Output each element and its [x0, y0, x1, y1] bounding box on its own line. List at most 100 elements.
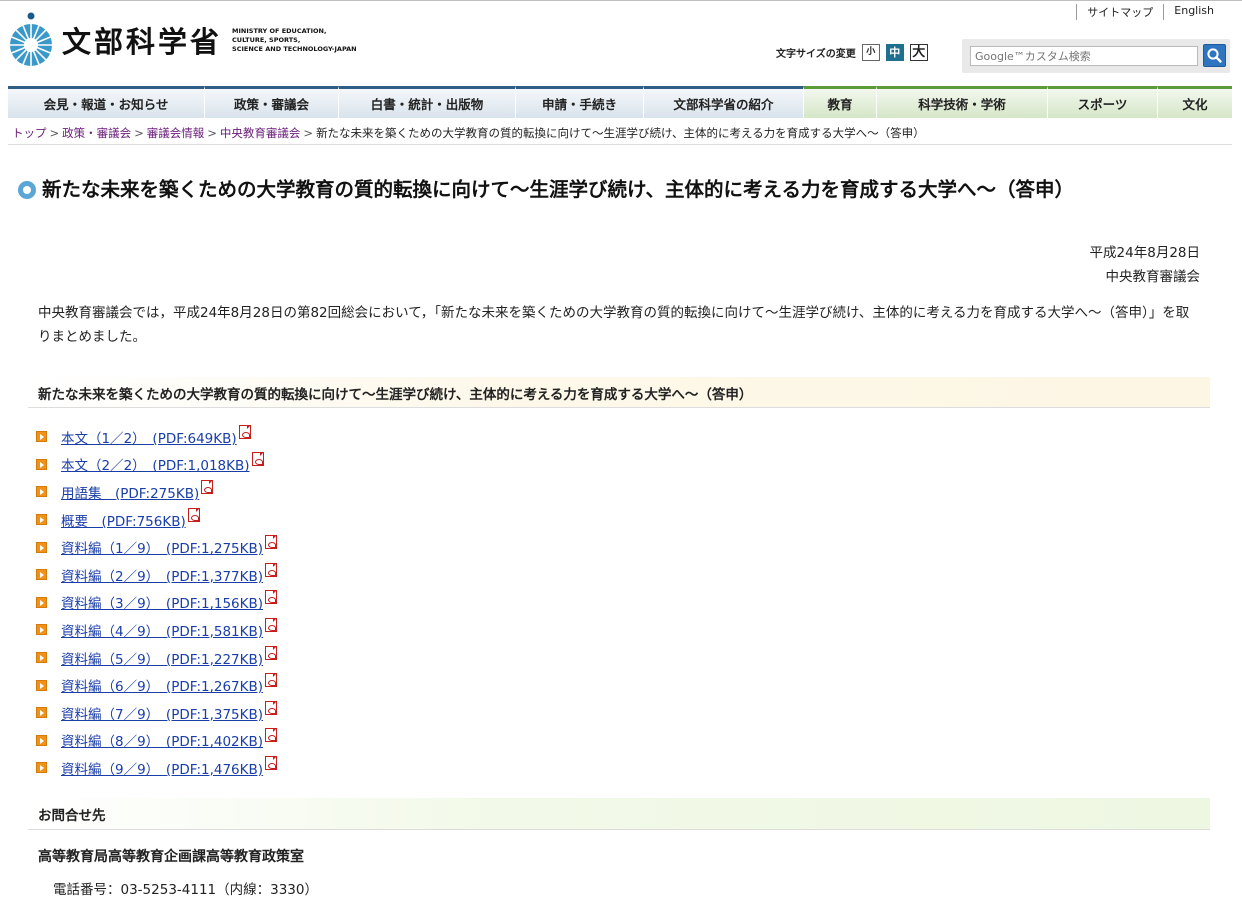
- document-link[interactable]: 本文（2／2） (PDF:1,018KB): [61, 454, 250, 474]
- global-nav: 会見・報道・お知らせ 政策・審議会 白書・統計・出版物 申請・手続き 文部科学省…: [8, 86, 1232, 118]
- list-item: 本文（2／2） (PDF:1,018KB): [36, 451, 277, 479]
- publication-org: 中央教育審議会: [1105, 269, 1201, 285]
- site-header: 文部科学省 MINISTRY OF EDUCATION, CULTURE, SP…: [0, 1, 1242, 83]
- list-item: 資料編（4／9） (PDF:1,581KB): [36, 616, 278, 644]
- publication-info: 平成24年8月28日 中央教育審議会: [1090, 241, 1200, 289]
- document-link[interactable]: 概要 (PDF:756KB): [61, 510, 186, 530]
- pdf-icon: [265, 728, 278, 743]
- document-link[interactable]: 資料編（3／9） (PDF:1,156KB): [61, 592, 263, 612]
- pdf-icon: [265, 535, 278, 550]
- pdf-icon: [187, 507, 200, 522]
- document-link[interactable]: 資料編（8／9） (PDF:1,402KB): [61, 730, 263, 750]
- pdf-icon: [238, 424, 251, 439]
- contact-phone: 電話番号：03-5253-4111（内線：3330）: [53, 882, 318, 898]
- pdf-icon: [251, 452, 264, 467]
- title-bullet-icon: [18, 181, 36, 199]
- list-item: 資料編（5／9） (PDF:1,227KB): [36, 644, 278, 672]
- arrow-bullet-icon: [36, 541, 47, 553]
- document-link[interactable]: 資料編（6／9） (PDF:1,267KB): [61, 675, 263, 695]
- arrow-bullet-icon: [36, 652, 47, 664]
- arrow-bullet-icon: [36, 486, 47, 498]
- site-logo[interactable]: 文部科学省 MINISTRY OF EDUCATION, CULTURE, SP…: [8, 11, 362, 69]
- utility-links: サイトマップ English: [1076, 4, 1224, 20]
- arrow-bullet-icon: [36, 734, 47, 746]
- document-link[interactable]: 本文（1／2） (PDF:649KB): [61, 427, 237, 447]
- logo-english-text: MINISTRY OF EDUCATION, CULTURE, SPORTS, …: [232, 26, 357, 53]
- document-link[interactable]: 資料編（9／9） (PDF:1,476KB): [61, 758, 263, 778]
- breadcrumb-separator: >: [134, 126, 144, 140]
- page: 文部科学省 MINISTRY OF EDUCATION, CULTURE, SP…: [0, 0, 1242, 898]
- nav-item-publications[interactable]: 白書・統計・出版物: [339, 86, 516, 118]
- font-size-label: 文字サイズの変更: [776, 49, 856, 60]
- publication-date: 平成24年8月28日: [1089, 245, 1200, 261]
- list-item: 資料編（2／9） (PDF:1,377KB): [36, 561, 278, 589]
- breadcrumb-central-council[interactable]: 中央教育審議会: [220, 126, 301, 140]
- english-link[interactable]: English: [1163, 4, 1224, 20]
- breadcrumb-separator: >: [303, 126, 314, 140]
- font-size-medium-button[interactable]: 中: [885, 44, 904, 61]
- nav-item-sports[interactable]: スポーツ: [1048, 86, 1158, 118]
- document-link[interactable]: 資料編（2／9） (PDF:1,377KB): [61, 565, 263, 585]
- font-size-small-button[interactable]: 小: [861, 44, 880, 61]
- contact-heading: お問合せ先: [28, 798, 1210, 830]
- breadcrumb-top[interactable]: トップ: [12, 126, 47, 140]
- document-link[interactable]: 資料編（1／9） (PDF:1,275KB): [61, 537, 263, 557]
- arrow-bullet-icon: [36, 431, 47, 443]
- arrow-bullet-icon: [36, 624, 47, 636]
- sitemap-link[interactable]: サイトマップ: [1076, 4, 1163, 20]
- font-size-switcher: 文字サイズの変更 小 中 大: [776, 44, 928, 61]
- pdf-icon: [201, 479, 214, 494]
- pdf-icon: [265, 562, 278, 577]
- document-list: 本文（1／2） (PDF:649KB) 本文（2／2） (PDF:1,018KB…: [36, 423, 278, 782]
- pdf-icon: [265, 700, 278, 715]
- nav-item-applications[interactable]: 申請・手続き: [516, 86, 644, 118]
- page-title-block: 新たな未来を築くための大学教育の質的転換に向けて～生涯学び続け、主体的に考える力…: [18, 176, 1208, 203]
- arrow-bullet-icon: [36, 762, 47, 774]
- document-link[interactable]: 用語集 (PDF:275KB): [61, 482, 199, 502]
- list-item: 本文（1／2） (PDF:649KB): [36, 423, 277, 451]
- contact-department: 高等教育局高等教育企画課高等教育政策室: [38, 849, 304, 865]
- nav-item-about[interactable]: 文部科学省の紹介: [644, 86, 804, 118]
- breadcrumb: トップ > 政策・審議会 > 審議会情報 > 中央教育審議会 > 新たな未来を築くための大学教育…: [12, 125, 925, 141]
- pdf-icon: [265, 755, 278, 770]
- breadcrumb-divider: [8, 144, 1232, 145]
- pdf-icon: [265, 673, 278, 688]
- arrow-bullet-icon: [36, 569, 47, 581]
- list-item: 資料編（8／9） (PDF:1,402KB): [36, 727, 278, 755]
- breadcrumb-council-info[interactable]: 審議会情報: [147, 126, 205, 140]
- nav-item-policy[interactable]: 政策・審議会: [205, 86, 339, 118]
- list-item: 資料編（9／9） (PDF:1,476KB): [36, 754, 278, 782]
- documents-heading: 新たな未来を築くための大学教育の質的転換に向けて～生涯学び続け、主体的に考える力…: [28, 377, 1210, 408]
- nav-item-culture[interactable]: 文化: [1158, 86, 1232, 118]
- pdf-icon: [265, 645, 278, 660]
- breadcrumb-separator: >: [207, 126, 217, 140]
- mext-emblem-icon: [10, 12, 52, 66]
- intro-text: 中央教育審議会では，平成24年8月28日の第82回総会において，「新たな未来を築…: [38, 305, 1190, 345]
- list-item: 資料編（6／9） (PDF:1,267KB): [36, 671, 278, 699]
- arrow-bullet-icon: [36, 596, 47, 608]
- nav-item-education[interactable]: 教育: [804, 86, 877, 118]
- site-search: [962, 39, 1230, 73]
- list-item: 資料編（3／9） (PDF:1,156KB): [36, 589, 278, 617]
- font-size-large-button[interactable]: 大: [909, 44, 928, 61]
- page-title: 新たな未来を築くための大学教育の質的転換に向けて～生涯学び続け、主体的に考える力…: [42, 178, 1074, 201]
- arrow-bullet-icon: [36, 679, 47, 691]
- document-link[interactable]: 資料編（4／9） (PDF:1,581KB): [61, 620, 263, 640]
- search-button[interactable]: [1203, 44, 1226, 67]
- document-link[interactable]: 資料編（7／9） (PDF:1,375KB): [61, 703, 263, 723]
- logo-japanese-text: 文部科学省: [62, 25, 223, 59]
- arrow-bullet-icon: [36, 707, 47, 719]
- list-item: 用語集 (PDF:275KB): [36, 478, 277, 506]
- arrow-bullet-icon: [36, 514, 47, 526]
- list-item: 概要 (PDF:756KB): [36, 506, 277, 534]
- nav-item-press[interactable]: 会見・報道・お知らせ: [8, 86, 205, 118]
- pdf-icon: [265, 617, 278, 632]
- pdf-icon: [265, 590, 278, 605]
- nav-item-science[interactable]: 科学技術・学術: [877, 86, 1048, 118]
- arrow-bullet-icon: [36, 458, 47, 470]
- search-input[interactable]: [970, 46, 1198, 66]
- breadcrumb-current: 新たな未来を築くための大学教育の質的転換に向けて～生涯学び続け、主体的に考える力…: [316, 126, 925, 140]
- document-link[interactable]: 資料編（5／9） (PDF:1,227KB): [61, 648, 263, 668]
- breadcrumb-policy[interactable]: 政策・審議会: [62, 126, 131, 140]
- breadcrumb-separator: >: [49, 126, 60, 140]
